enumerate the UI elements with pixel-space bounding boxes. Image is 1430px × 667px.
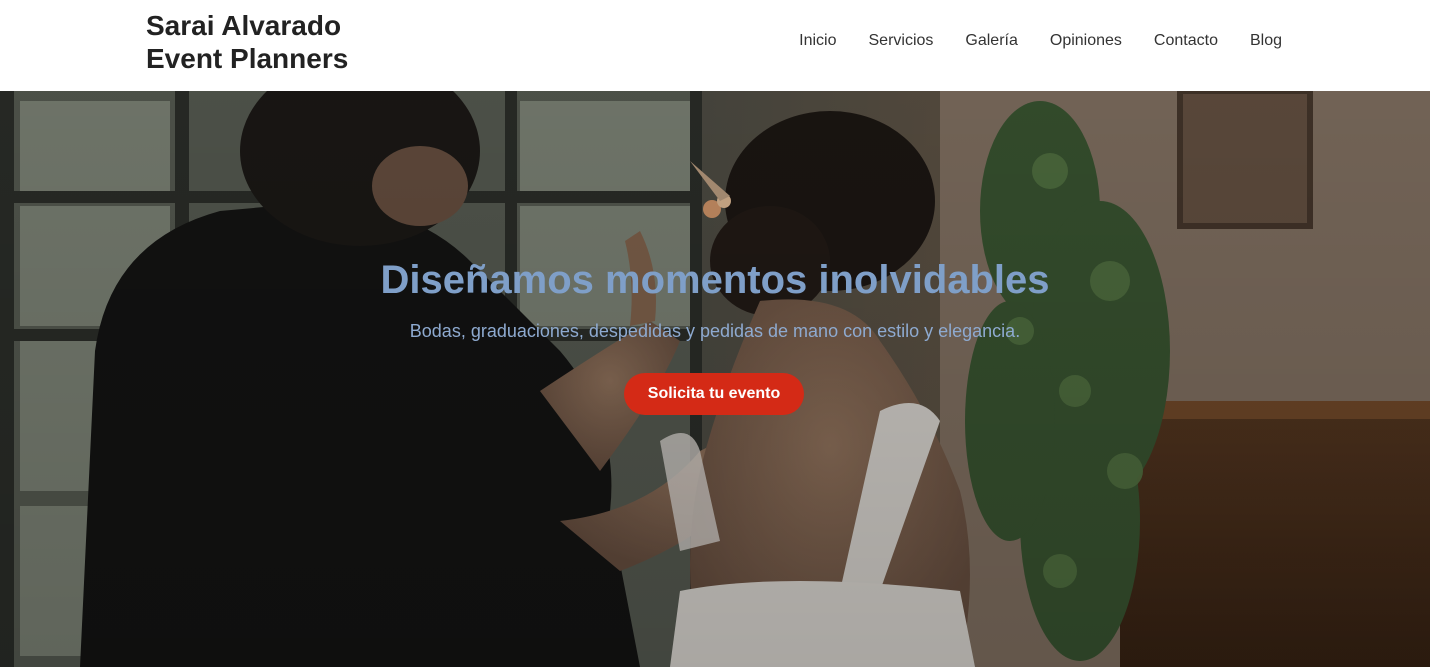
nav-item-servicios[interactable]: Servicios [869, 31, 934, 51]
nav-item-opiniones[interactable]: Opiniones [1050, 31, 1122, 51]
hero-title: Diseñamos momentos inolvidables [380, 258, 1050, 302]
site-header: Sarai Alvarado Event Planners Inicio Ser… [0, 0, 1430, 91]
hero-content: Diseñamos momentos inolvidables Bodas, g… [0, 91, 1430, 667]
main-nav: Inicio Servicios Galería Opiniones Conta… [767, 31, 1282, 51]
brand-name-line2: Event Planners [146, 43, 349, 74]
nav-item-blog[interactable]: Blog [1250, 31, 1282, 51]
nav-item-contacto[interactable]: Contacto [1154, 31, 1218, 51]
nav-item-inicio[interactable]: Inicio [799, 31, 836, 51]
brand-logo[interactable]: Sarai Alvarado Event Planners [146, 9, 348, 75]
brand-name-line1: Sarai Alvarado [146, 10, 342, 41]
hero-section: Diseñamos momentos inolvidables Bodas, g… [0, 91, 1430, 667]
nav-item-galeria[interactable]: Galería [965, 31, 1017, 51]
hero-subtitle: Bodas, graduaciones, despedidas y pedida… [409, 321, 1021, 341]
request-event-button[interactable]: Solicita tu evento [624, 373, 804, 415]
